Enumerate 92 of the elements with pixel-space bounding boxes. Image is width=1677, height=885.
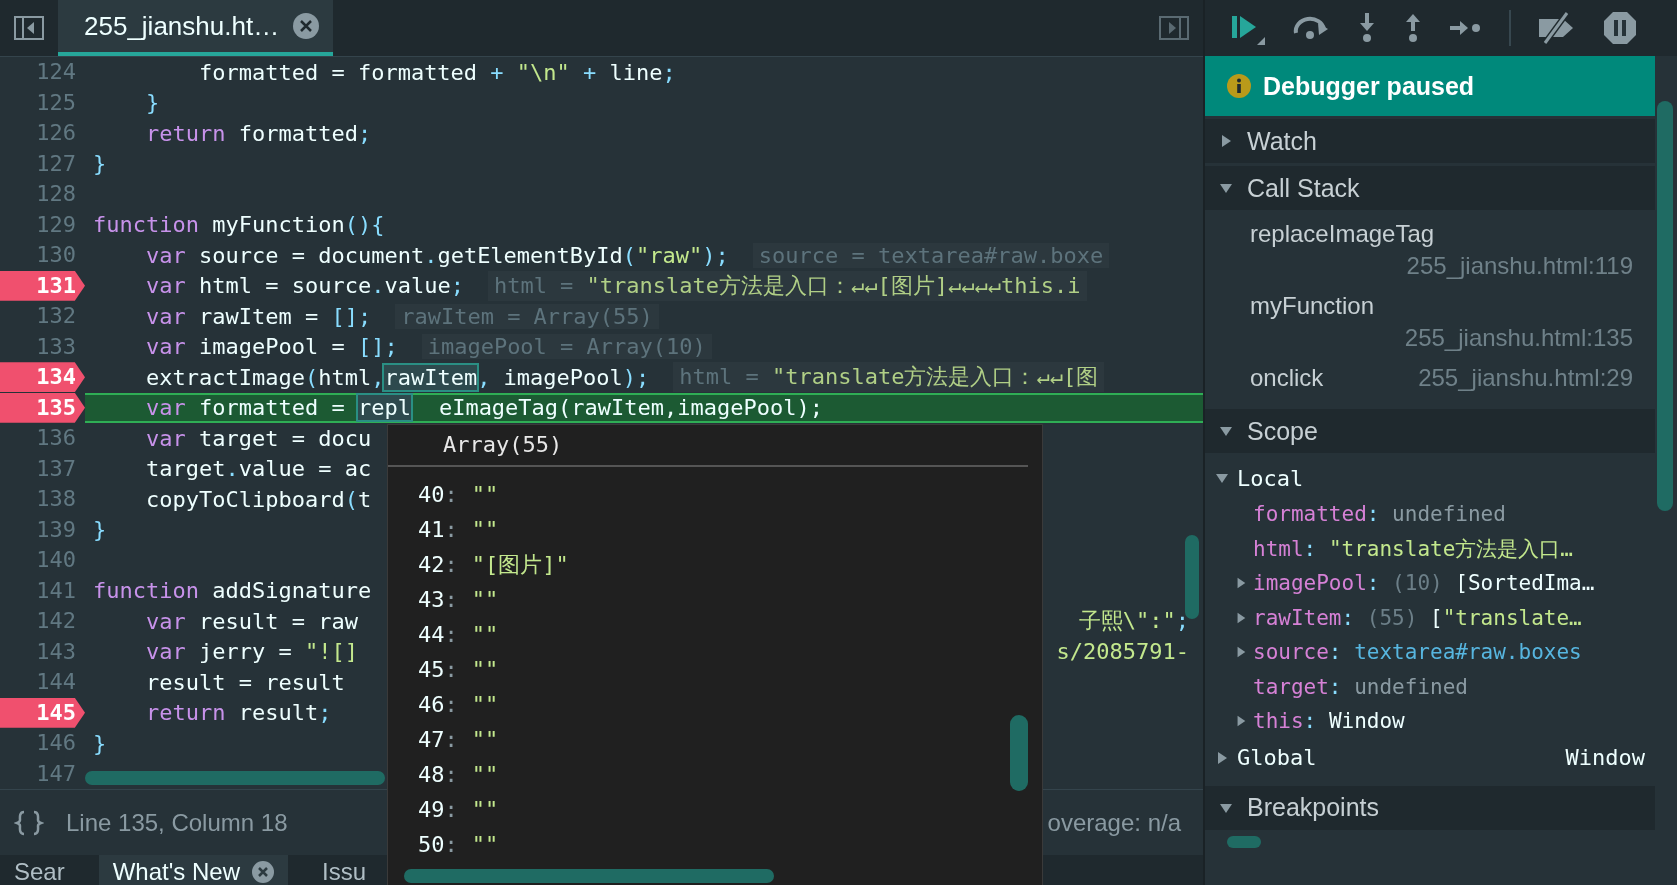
debugger-toggle-icon[interactable]	[1159, 16, 1189, 40]
code-text: var formatted = repl eImageTag(rawItem,imagePool);	[144, 395, 823, 421]
code-text: }	[92, 151, 107, 177]
collapsed-triangle-icon[interactable]	[1235, 576, 1247, 591]
scrollbar-thumb[interactable]	[404, 869, 774, 883]
coverage-text: overage: n/a	[1047, 808, 1181, 837]
array-entry[interactable]: 45: ""	[418, 652, 618, 687]
close-icon[interactable]	[252, 861, 274, 883]
scrollbar-thumb[interactable]	[1657, 101, 1673, 511]
code-text: var imagePool = [];	[144, 334, 398, 360]
code-text: }	[144, 90, 160, 116]
variable-entry[interactable]: source: textarea#raw.boxes	[1253, 640, 1582, 665]
code-text: var result = raw	[144, 608, 358, 634]
scrollbar-thumb[interactable]	[1010, 715, 1028, 791]
pretty-print-icon[interactable]	[14, 809, 44, 836]
code-text: var jerry = "![]	[144, 639, 358, 665]
code-text: var source = document.getElementById("raw");	[144, 242, 729, 268]
array-entry[interactable]: 41: ""	[418, 512, 618, 547]
variable-entry[interactable]: this: Window	[1253, 709, 1405, 734]
code-text: function myFunction(){	[92, 212, 385, 238]
code-text: var target = docu	[144, 425, 372, 451]
inline-value: imagePool = Array(10)	[421, 334, 712, 360]
array-entry[interactable]: 46: ""	[418, 687, 618, 722]
code-text: var rawItem = [];	[144, 303, 372, 329]
array-entry[interactable]: 49: ""	[418, 792, 618, 827]
array-entry[interactable]: 40: ""	[418, 477, 618, 512]
collapsed-triangle-icon[interactable]	[1235, 645, 1247, 660]
step-out-icon[interactable]	[1403, 12, 1423, 44]
scope-summary: Window	[1565, 745, 1645, 770]
scope-name: Local	[1237, 465, 1304, 491]
scope-name: Global	[1237, 745, 1317, 770]
section-header[interactable]: Watch	[1205, 116, 1655, 163]
collapsed-triangle-icon[interactable]	[1235, 714, 1247, 729]
code-text: s/2085791-	[1055, 639, 1190, 665]
drawer-tab[interactable]: Sear	[0, 855, 79, 885]
code-text: result = result	[144, 669, 345, 695]
drawer-tab[interactable]: What's New	[98, 855, 288, 885]
file-tab[interactable]: 255_jianshu.ht…	[58, 0, 334, 56]
call-frame[interactable]: replaceImageTag 255_jianshu.html:119	[1205, 216, 1655, 288]
variable-entry[interactable]: formatted: undefined	[1253, 502, 1506, 527]
code-text: var html = source.value;	[144, 273, 464, 299]
scope-row[interactable]: Local	[1205, 459, 1655, 497]
close-icon[interactable]	[293, 13, 320, 39]
code-text: function addSignature	[92, 578, 372, 604]
array-entry[interactable]: 42: "[图片]"	[418, 547, 618, 582]
variable-entry[interactable]: html: "translate方法是入口…	[1253, 534, 1573, 563]
inline-value: rawItem = Array(55)	[395, 303, 659, 329]
variable-entry[interactable]: rawItem: (55) ["translate…	[1253, 605, 1582, 630]
code-text: return formatted;	[144, 120, 372, 146]
inline-value: html = "translate方法是入口：↵↵[图片]↵↵↵↵this.i	[487, 270, 1087, 301]
code-text: }	[92, 730, 107, 756]
call-frame[interactable]: onclick 255_jianshu.html:29	[1205, 360, 1655, 400]
popover-title: Array(55)	[388, 425, 1028, 467]
array-entry[interactable]: 48: ""	[418, 757, 618, 792]
banner-text: Debugger paused	[1263, 71, 1475, 101]
variable-entry[interactable]: target: undefined	[1253, 674, 1468, 699]
section-title: Breakpoints	[1247, 793, 1380, 822]
function-name: replaceImageTag	[1250, 219, 1435, 249]
step-icon[interactable]	[1449, 18, 1483, 38]
inline-value: html = "translate方法是入口：↵↵[图	[673, 362, 1105, 393]
scope-row[interactable]: Global Window	[1205, 738, 1655, 777]
section-title: Call Stack	[1247, 173, 1360, 203]
code-text: return result;	[144, 700, 332, 726]
scrollbar-thumb	[1227, 835, 1261, 848]
code-text: copyToClipboard(t	[144, 486, 372, 512]
array-entry[interactable]: 47: ""	[418, 722, 618, 757]
drawer-tab[interactable]: Issu	[308, 855, 380, 885]
collapsed-triangle-icon[interactable]	[1235, 610, 1247, 625]
code-text: }	[92, 517, 107, 543]
array-entry[interactable]: 50: ""	[418, 827, 618, 862]
cursor-position: Line 135, Column 18	[66, 808, 288, 837]
section-title: Watch	[1247, 126, 1317, 156]
section-header[interactable]: Call Stack	[1205, 163, 1655, 210]
inline-value: source = textarea#raw.boxe	[752, 242, 1110, 268]
section-title: Scope	[1247, 416, 1318, 446]
scrollbar-thumb[interactable]	[85, 771, 385, 785]
code-text: target.value = ac	[144, 456, 372, 482]
section-header[interactable]: Scope	[1205, 406, 1655, 453]
array-entry[interactable]: 43: ""	[418, 582, 618, 617]
step-into-icon[interactable]	[1357, 12, 1377, 44]
pause-icon[interactable]	[1603, 11, 1637, 45]
function-name: myFunction	[1250, 291, 1375, 321]
function-name: onclick	[1250, 363, 1324, 393]
info-icon	[1227, 74, 1251, 98]
sidebar-toggle-icon[interactable]	[14, 16, 44, 40]
scrollbar-thumb[interactable]	[1185, 535, 1199, 619]
code-text: extractImage(html,rawItem, imagePool);	[144, 364, 650, 390]
array-entry[interactable]: 44: ""	[418, 617, 618, 652]
variable-entry[interactable]: imagePool: (10) [SortedIma…	[1253, 571, 1595, 596]
call-frame[interactable]: myFunction 255_jianshu.html:135	[1205, 288, 1655, 360]
code-text: formatted = formatted + "\n" + line;	[197, 59, 676, 85]
code-text: 子熙\":";	[1077, 607, 1190, 636]
